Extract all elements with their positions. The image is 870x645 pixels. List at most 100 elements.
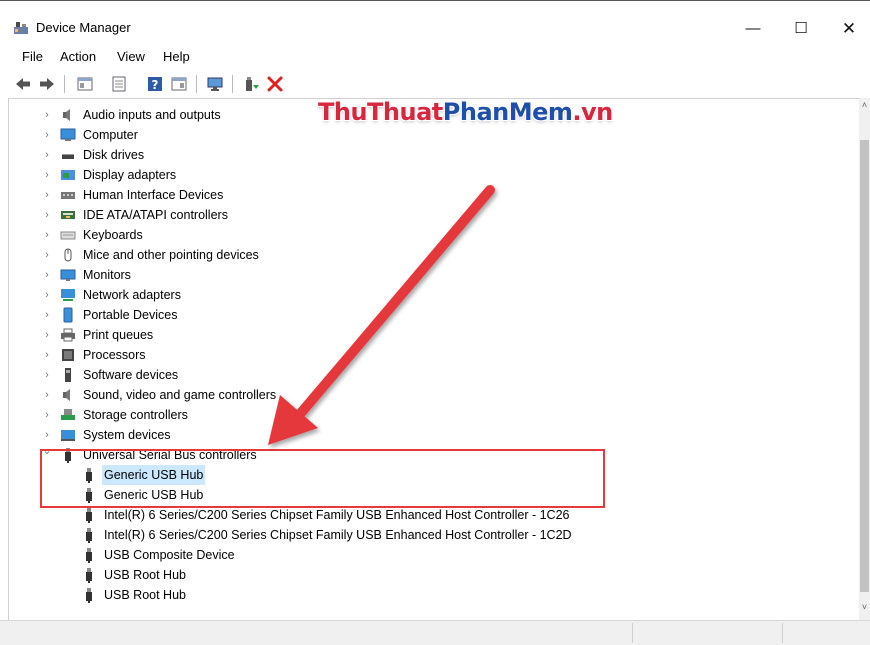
storage-controller-icon xyxy=(60,407,76,423)
status-pane xyxy=(632,623,783,643)
printer-icon xyxy=(60,327,76,343)
expand-chevron-icon[interactable]: › xyxy=(42,345,52,365)
expand-chevron-icon[interactable]: › xyxy=(42,225,52,245)
watermark-part: ThuThuat xyxy=(318,98,443,126)
tree-category-row[interactable]: › Monitors xyxy=(9,265,849,285)
ide-controller-icon xyxy=(60,207,76,223)
tree-device-row[interactable]: Intel(R) 6 Series/C200 Series Chipset Fa… xyxy=(9,525,849,545)
expand-chevron-icon[interactable]: › xyxy=(42,265,52,285)
software-device-icon xyxy=(60,367,76,383)
tree-category-row[interactable]: › IDE ATA/ATAPI controllers xyxy=(9,205,849,225)
properties-icon[interactable] xyxy=(76,75,94,93)
window-title: Device Manager xyxy=(36,20,131,35)
monitor-icon xyxy=(60,267,76,283)
tree-device-row[interactable]: USB Root Hub xyxy=(9,565,849,585)
tree-item-label: Portable Devices xyxy=(83,308,178,322)
tree-category-row[interactable]: › Keyboards xyxy=(9,225,849,245)
menu-file[interactable]: File xyxy=(22,49,43,64)
tree-category-row[interactable]: › Display adapters xyxy=(9,165,849,185)
scroll-thumb[interactable] xyxy=(860,140,869,592)
tree-category-row[interactable]: › Mice and other pointing devices xyxy=(9,245,849,265)
scroll-up-button[interactable]: ˄ xyxy=(859,100,870,114)
tree-item-label: Sound, video and game controllers xyxy=(83,388,277,402)
tree-category-row[interactable]: › Storage controllers xyxy=(9,405,849,425)
device-manager-icon xyxy=(14,22,28,34)
menu-action[interactable]: Action xyxy=(60,49,96,64)
expand-chevron-icon[interactable]: › xyxy=(42,245,52,265)
tree-item-label: Keyboards xyxy=(83,228,143,242)
tree-category-row[interactable]: › System devices xyxy=(9,425,849,445)
hid-icon xyxy=(60,187,76,203)
toolbar-separator xyxy=(64,75,65,93)
keyboard-icon xyxy=(60,227,76,243)
annotation-highlight-box xyxy=(40,449,605,508)
tree-category-row[interactable]: › Software devices xyxy=(9,365,849,385)
usb-icon xyxy=(81,587,97,603)
expand-chevron-icon[interactable]: › xyxy=(42,405,52,425)
minimize-button[interactable]: — xyxy=(730,14,776,44)
tree-item-label: IDE ATA/ATAPI controllers xyxy=(83,208,228,222)
tree-item-label: Intel(R) 6 Series/C200 Series Chipset Fa… xyxy=(104,508,570,522)
expand-chevron-icon[interactable]: › xyxy=(42,165,52,185)
tree-device-row[interactable]: Intel(R) 6 Series/C200 Series Chipset Fa… xyxy=(9,505,849,525)
expand-chevron-icon[interactable]: › xyxy=(42,105,52,125)
help-icon[interactable]: ? xyxy=(146,75,164,93)
vertical-scrollbar[interactable]: ˄ ˅ xyxy=(859,98,870,620)
tree-item-label: Intel(R) 6 Series/C200 Series Chipset Fa… xyxy=(104,528,572,542)
processor-icon xyxy=(60,347,76,363)
tree-item-label: USB Composite Device xyxy=(104,548,235,562)
tree-item-label: USB Root Hub xyxy=(104,568,186,582)
status-pane xyxy=(782,623,870,643)
tree-category-row[interactable]: › Computer xyxy=(9,125,849,145)
expand-chevron-icon[interactable]: › xyxy=(42,185,52,205)
tree-item-label: Mice and other pointing devices xyxy=(83,248,259,262)
expand-chevron-icon[interactable]: › xyxy=(42,385,52,405)
maximize-button[interactable]: ☐ xyxy=(778,14,824,44)
toolbar: ? xyxy=(0,70,870,98)
tree-category-row[interactable]: › Human Interface Devices xyxy=(9,185,849,205)
tree-category-row[interactable]: › Processors xyxy=(9,345,849,365)
disk-drive-icon xyxy=(60,147,76,163)
tree-item-label: Audio inputs and outputs xyxy=(83,108,221,122)
tree-item-label: Disk drives xyxy=(83,148,145,162)
details-icon[interactable] xyxy=(170,75,188,93)
watermark-logo: ThuThuatPhanMem.vn xyxy=(318,98,613,126)
portable-device-icon xyxy=(60,307,76,323)
expand-chevron-icon[interactable]: › xyxy=(42,205,52,225)
tree-item-label: Monitors xyxy=(83,268,131,282)
tree-item-label: Print queues xyxy=(83,328,154,342)
device-tree[interactable]: › Audio inputs and outputs › Computer › Disk … xyxy=(8,98,860,621)
tree-category-row[interactable]: › Disk drives xyxy=(9,145,849,165)
expand-chevron-icon[interactable]: › xyxy=(42,285,52,305)
scroll-down-button[interactable]: ˅ xyxy=(859,602,870,616)
speaker-icon xyxy=(60,107,76,123)
title-bar: Device Manager — ☐ ✕ xyxy=(0,0,870,49)
back-arrow-icon[interactable] xyxy=(14,75,32,93)
expand-chevron-icon[interactable]: › xyxy=(42,365,52,385)
tree-device-row[interactable]: USB Composite Device xyxy=(9,545,849,565)
expand-chevron-icon[interactable]: › xyxy=(42,145,52,165)
expand-chevron-icon[interactable]: › xyxy=(42,305,52,325)
forward-arrow-icon[interactable] xyxy=(38,75,56,93)
tree-category-row[interactable]: › Print queues xyxy=(9,325,849,345)
tree-category-row[interactable]: › Network adapters xyxy=(9,285,849,305)
menu-help[interactable]: Help xyxy=(163,49,190,64)
uninstall-icon[interactable] xyxy=(266,75,284,93)
tree-item-label: Processors xyxy=(83,348,146,362)
status-bar xyxy=(0,620,870,645)
expand-chevron-icon[interactable]: › xyxy=(42,125,52,145)
tree-category-row[interactable]: › Portable Devices xyxy=(9,305,849,325)
menu-view[interactable]: View xyxy=(117,49,145,64)
close-button[interactable]: ✕ xyxy=(826,14,870,44)
tree-device-row[interactable]: USB Root Hub xyxy=(9,585,849,605)
system-device-icon xyxy=(60,427,76,443)
show-hidden-icon[interactable] xyxy=(110,75,128,93)
display-adapter-icon xyxy=(60,167,76,183)
tree-item-label: Network adapters xyxy=(83,288,181,302)
tree-category-row[interactable]: › Sound, video and game controllers xyxy=(9,385,849,405)
update-driver-icon[interactable] xyxy=(242,75,260,93)
monitor-icon[interactable] xyxy=(206,75,224,93)
expand-chevron-icon[interactable]: › xyxy=(42,325,52,345)
tree-item-label: Storage controllers xyxy=(83,408,188,422)
tree-item-label: System devices xyxy=(83,428,171,442)
